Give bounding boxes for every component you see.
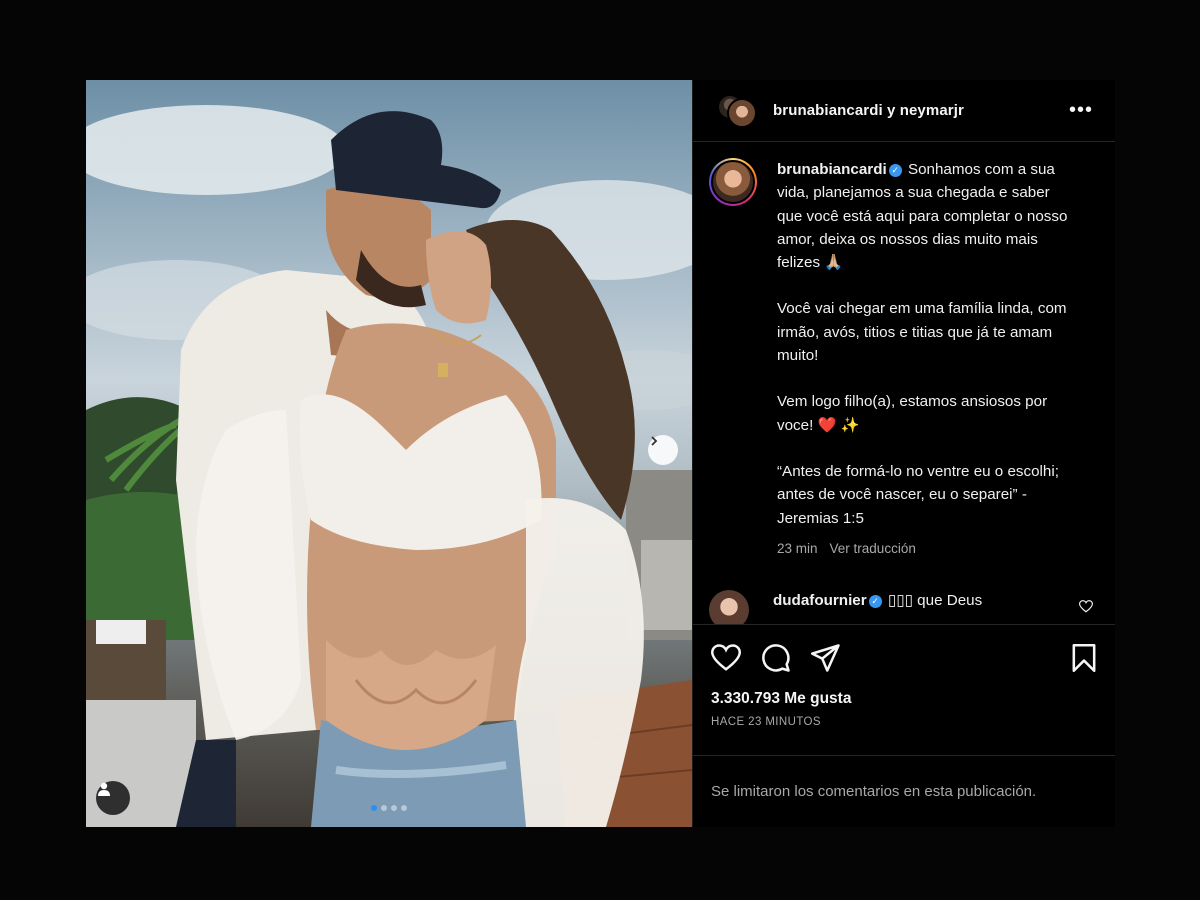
like-count[interactable]: 3.330.793 Me gusta	[693, 690, 1115, 708]
instagram-post: brunabiancardi y neymarjr ••• brunabianc…	[86, 80, 1115, 827]
carousel-dot	[381, 805, 387, 811]
comment-icon[interactable]	[761, 643, 791, 673]
collab-avatars[interactable]	[717, 93, 759, 128]
avatar	[727, 97, 757, 128]
verified-icon: ✓	[868, 595, 882, 609]
chevron-right-icon	[651, 436, 658, 446]
comment-item: dudafournier ✓ ▯▯▯ que Deus	[709, 590, 1094, 624]
more-options-icon[interactable]: •••	[1069, 99, 1093, 122]
carousel-dot	[391, 805, 397, 811]
action-bar	[693, 624, 1115, 690]
verified-icon: ✓	[888, 164, 902, 177]
save-icon[interactable]	[1071, 643, 1097, 672]
post-side-panel: brunabiancardi y neymarjr ••• brunabianc…	[692, 80, 1115, 827]
carousel-dot	[401, 805, 407, 811]
post-header: brunabiancardi y neymarjr •••	[693, 80, 1115, 142]
post-author-names[interactable]: brunabiancardi y neymarjr	[773, 102, 1069, 119]
avatar[interactable]	[709, 590, 749, 624]
like-comment-icon[interactable]	[1078, 600, 1094, 618]
caption-time: 23 min	[777, 540, 818, 556]
caption-username[interactable]: brunabiancardi	[777, 161, 887, 178]
carousel-next-button[interactable]	[648, 435, 678, 465]
like-icon[interactable]	[711, 643, 741, 672]
caption-row: brunabiancardi ✓ Sonhamos com a sua vida,…	[709, 158, 1093, 560]
user-icon	[98, 782, 110, 796]
comments-area: brunabiancardi ✓ Sonhamos com a sua vida,…	[693, 142, 1115, 624]
comment-body: ▯▯▯ que Deus	[887, 592, 983, 610]
carousel-indicator	[371, 805, 407, 811]
photo-illustration	[86, 105, 692, 827]
caption-meta: 23 min Ver traducción	[777, 537, 1077, 560]
caption-paragraph: Você vai chegar em uma família linda, co…	[777, 300, 1067, 365]
tagged-users-button[interactable]	[96, 781, 130, 815]
post-timestamp: HACE 23 MINUTOS	[711, 716, 821, 728]
comment-username[interactable]: dudafournier	[773, 592, 867, 609]
caption-paragraph: “Antes de formá-lo no ventre eu o escolh…	[777, 462, 1059, 527]
comment-text: dudafournier ✓ ▯▯▯ que Deus	[773, 590, 982, 624]
carousel-dot	[371, 805, 377, 811]
translate-link[interactable]: Ver traducción	[830, 541, 916, 556]
comments-limited-notice: Se limitaron los comentarios en esta pub…	[693, 755, 1115, 827]
post-photo[interactable]	[86, 80, 692, 827]
caption-text: brunabiancardi ✓ Sonhamos com a sua vida,…	[777, 158, 1077, 560]
author-avatar[interactable]	[709, 158, 757, 206]
caption-paragraph: Vem logo filho(a), estamos ansiosos por …	[777, 393, 1048, 434]
share-icon[interactable]	[811, 643, 841, 672]
